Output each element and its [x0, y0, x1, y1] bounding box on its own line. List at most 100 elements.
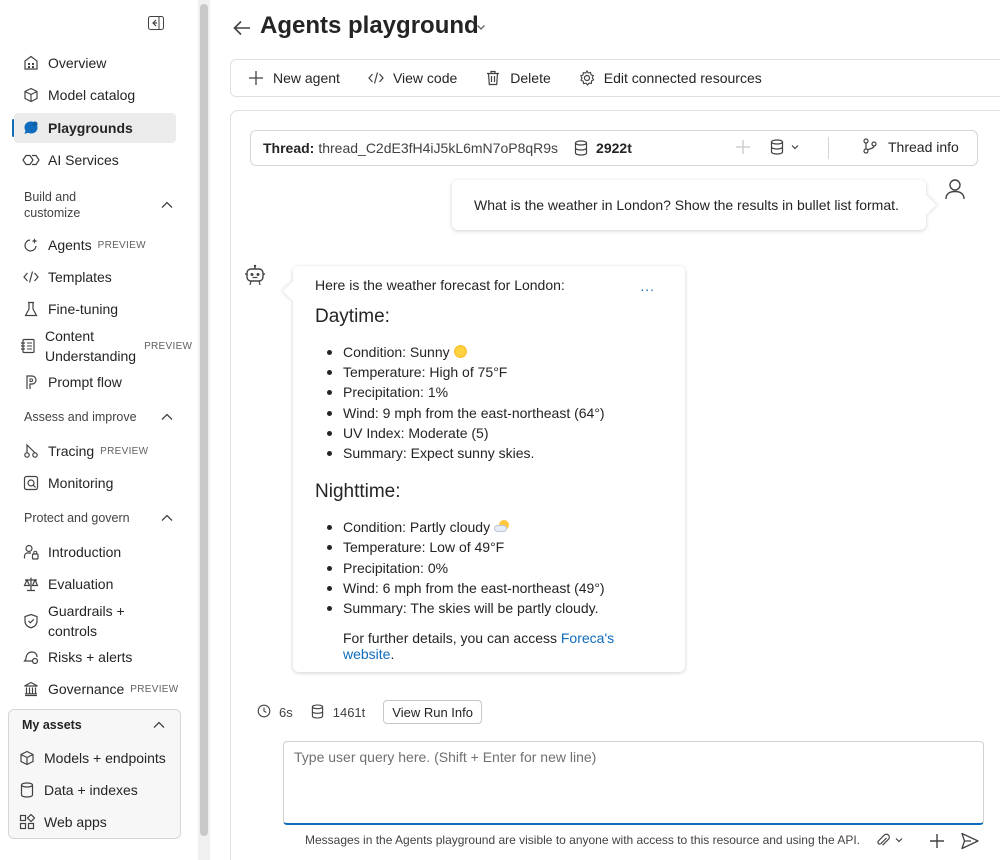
partly-cloudy-icon [494, 520, 510, 533]
assistant-intro: Here is the weather forecast for London: [315, 277, 565, 293]
chevron-up-icon [160, 511, 174, 525]
attach-button[interactable] [876, 831, 910, 849]
delete-button[interactable]: Delete [484, 69, 551, 87]
thread-token-count: 2922t [596, 140, 632, 156]
list-item-text: Condition: Sunny [343, 344, 450, 360]
sidebar-item-label-line2: controls [48, 623, 98, 639]
sidebar-item-label: Templates [48, 269, 112, 285]
list-item: Summary: Expect sunny skies. [325, 443, 663, 463]
list-item: Condition: Partly cloudy [325, 517, 663, 537]
list-item: Wind: 9 mph from the east-northeast (64°… [325, 403, 663, 423]
section-label: My assets [22, 718, 82, 732]
sidebar-item-prompt-flow[interactable]: Prompt flow [14, 367, 176, 397]
list-item: Summary: The skies will be partly cloudy… [325, 598, 663, 618]
thread-data-dropdown[interactable] [770, 138, 806, 156]
chevron-up-icon [160, 410, 174, 424]
view-run-info-button[interactable]: View Run Info [383, 700, 482, 724]
collapse-panel-icon[interactable] [146, 14, 166, 32]
list-item-text: Wind: 9 mph from the east-northeast (64°… [343, 404, 605, 421]
list-item-text: Summary: Expect sunny skies. [343, 445, 535, 462]
sidebar-item-label: AI Services [48, 152, 119, 168]
visibility-note: Messages in the Agents playground are vi… [305, 833, 860, 847]
new-thread-plus-icon[interactable] [734, 138, 752, 156]
sidebar-item-label: Evaluation [48, 576, 114, 592]
database-icon [18, 781, 36, 799]
sidebar-item-guardrails[interactable]: Guardrails + controls [14, 600, 176, 642]
sidebar-item-tracing[interactable]: Tracing PREVIEW [14, 436, 176, 466]
sidebar-item-overview[interactable]: Overview [14, 48, 176, 78]
branch-icon [862, 138, 880, 156]
database-icon [770, 139, 784, 155]
toolbar: New agent View code Delete Edit connecte… [230, 59, 1000, 97]
send-icon[interactable] [960, 831, 980, 851]
divider [828, 137, 829, 159]
thread-tokens: 2922t [574, 140, 632, 156]
view-code-button[interactable]: View code [367, 69, 457, 87]
sidebar-item-web-apps[interactable]: Web apps [10, 807, 172, 837]
more-options-button[interactable]: ... [640, 278, 655, 294]
sidebar-item-label: Governance [48, 681, 125, 697]
sidebar-item-introduction[interactable]: Introduction [14, 537, 176, 567]
further-prefix: For further details, you can access [343, 630, 561, 647]
section-assess-improve[interactable]: Assess and improve [24, 410, 174, 424]
sidebar-item-ai-services[interactable]: AI Services [14, 145, 176, 175]
cube-icon [22, 86, 40, 104]
user-query-input[interactable] [284, 742, 983, 823]
list-item: Temperature: High of 75°F [325, 362, 663, 382]
preview-badge: PREVIEW [100, 445, 149, 457]
sidebar-item-governance[interactable]: Governance PREVIEW [14, 674, 178, 704]
chat-icon [22, 119, 40, 137]
thread-label: Thread: [263, 140, 315, 156]
sidebar-item-fine-tuning[interactable]: Fine-tuning [14, 294, 176, 324]
flask-icon [22, 300, 40, 318]
sidebar-item-models-endpoints[interactable]: Models + endpoints [10, 743, 172, 773]
list-item-text: UV Index: Moderate (5) [343, 424, 489, 441]
section-my-assets[interactable]: My assets [22, 718, 166, 732]
sidebar-item-label: Introduction [48, 544, 122, 560]
list-item-text: Precipitation: 0% [343, 559, 449, 576]
person-lock-icon [22, 543, 40, 561]
edit-connected-resources-button[interactable]: Edit connected resources [578, 69, 762, 87]
sidebar-item-agents[interactable]: Agents PREVIEW [14, 230, 176, 260]
sidebar-item-model-catalog[interactable]: Model catalog [14, 80, 176, 110]
new-agent-button[interactable]: New agent [247, 69, 340, 87]
sidebar-item-monitoring[interactable]: Monitoring [14, 468, 176, 498]
user-message-text: What is the weather in London? Show the … [474, 197, 899, 213]
chevron-down-icon[interactable] [475, 21, 487, 33]
back-arrow-icon[interactable] [232, 18, 252, 38]
section-label: Protect and govern [24, 511, 130, 525]
list-item: Temperature: Low of 49°F [325, 537, 663, 557]
further-details: For further details, you can access Fore… [343, 630, 663, 662]
cube-icon [18, 749, 36, 767]
sidebar-item-playgrounds[interactable]: Playgrounds [14, 113, 176, 143]
sidebar-item-templates[interactable]: Templates [14, 262, 176, 292]
query-box [283, 741, 984, 825]
code-icon [22, 268, 40, 286]
sparkle-icon [22, 236, 40, 254]
sidebar-item-data-indexes[interactable]: Data + indexes [10, 775, 172, 805]
list-item: Wind: 6 mph from the east-northeast (49°… [325, 578, 663, 598]
section-protect-govern[interactable]: Protect and govern [24, 511, 174, 525]
thread-id: thread_C2dE3fH4iJ5kL6mN7oP8qR9s [318, 140, 559, 156]
list-item-text: Temperature: High of 75°F [343, 364, 508, 381]
trace-icon [22, 442, 40, 460]
sidebar-item-label: Playgrounds [48, 120, 133, 136]
sidebar-item-evaluation[interactable]: Evaluation [14, 569, 176, 599]
thread-info-button[interactable]: Thread info [862, 138, 959, 156]
plus-icon [247, 69, 265, 87]
sidebar-item-content-understanding[interactable]: Content Understanding PREVIEW [14, 326, 192, 366]
sidebar-item-risks-alerts[interactable]: Risks + alerts [14, 642, 176, 672]
sidebar-item-label: Tracing [48, 443, 95, 459]
preview-badge: PREVIEW [97, 239, 146, 251]
view-code-label: View code [392, 70, 458, 86]
scale-icon [22, 575, 40, 593]
list-item: Precipitation: 1% [325, 382, 663, 402]
nighttime-heading: Nighttime: [315, 481, 401, 503]
sidebar-scrollbar[interactable] [200, 4, 208, 836]
database-icon [311, 704, 327, 720]
add-plus-icon[interactable] [928, 832, 946, 850]
section-build-customize[interactable]: Build and customize [24, 189, 174, 221]
sidebar-item-label: Content [45, 328, 95, 344]
run-meta: 6s 1461t View Run Info [257, 700, 482, 724]
grid-icon [22, 54, 40, 72]
